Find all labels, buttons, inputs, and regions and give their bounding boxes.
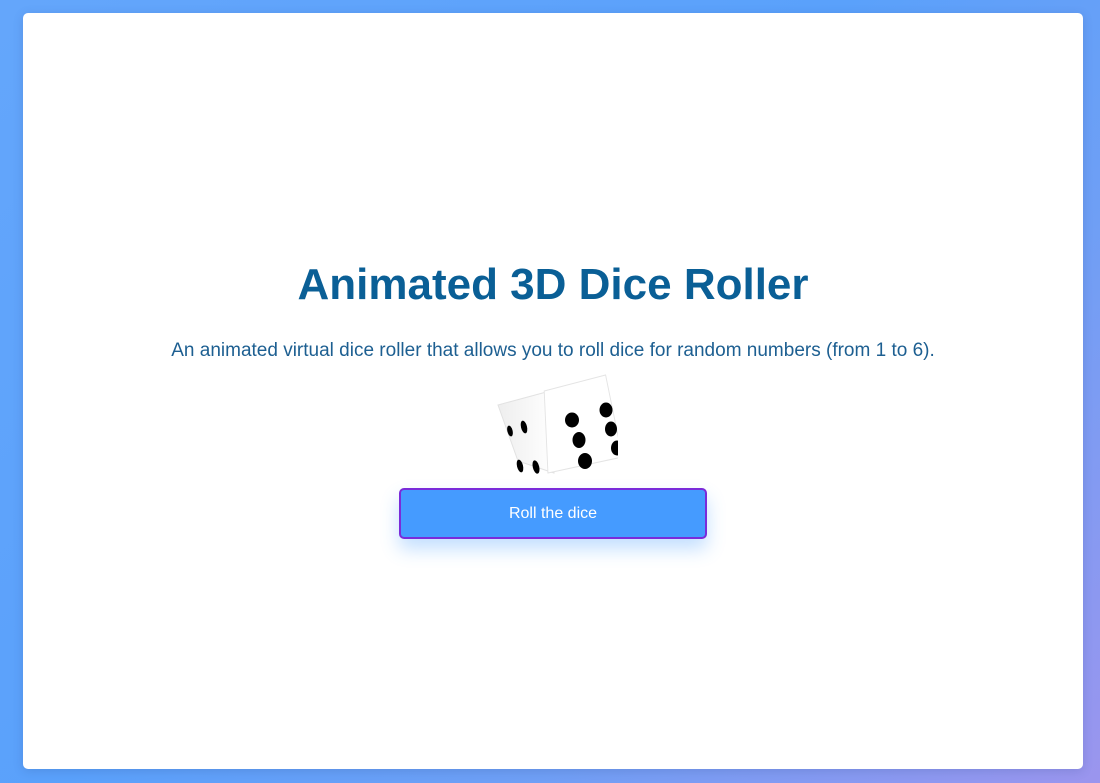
dice-icon[interactable] xyxy=(496,373,618,481)
page-subtitle: An animated virtual dice roller that all… xyxy=(171,340,935,361)
page-title: Animated 3D Dice Roller xyxy=(297,260,809,309)
main-card: Animated 3D Dice Roller An animated virt… xyxy=(23,13,1083,769)
roll-dice-button[interactable]: Roll the dice xyxy=(399,488,707,539)
